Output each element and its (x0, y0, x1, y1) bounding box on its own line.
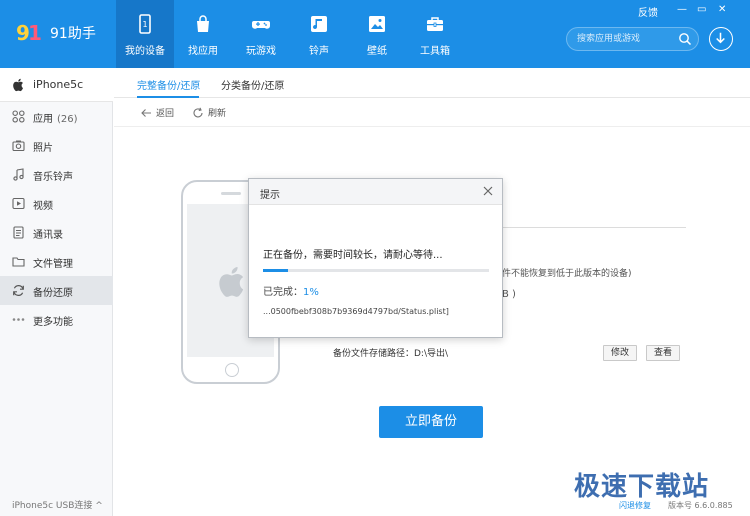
music-note-icon (13, 168, 24, 181)
logo-icon: 91 (16, 21, 42, 45)
nav-tab-label: 玩游戏 (246, 46, 276, 57)
video-icon (12, 197, 25, 210)
app-count: (26) (57, 114, 78, 125)
progress-dialog: 提示 正在备份，需要时间较长，请耐心等待... 已完成：1% ...0500fb… (248, 178, 503, 338)
search-input[interactable] (577, 32, 677, 46)
modify-path-button[interactable]: 修改 (603, 345, 638, 361)
app-name: 91助手 (50, 26, 96, 42)
view-path-button[interactable]: 查看 (646, 345, 681, 361)
nav-tab-label: 工具箱 (420, 46, 450, 57)
sidebar-item-photos[interactable]: 照片 (0, 131, 113, 160)
content-tabs: 完整备份/还原 分类备份/还原 (114, 68, 750, 98)
sidebar-item-label: 视频 (33, 201, 53, 212)
sidebar-item-label: 文件管理 (33, 259, 73, 270)
close-button[interactable]: ✕ (718, 4, 726, 15)
app-logo: 91 91助手 (16, 22, 96, 44)
sidebar-item-label: 音乐铃声 (33, 172, 73, 183)
dialog-message: 正在备份，需要时间较长，请耐心等待... (263, 250, 443, 261)
dialog-title: 提示 (260, 190, 280, 201)
nav-tab-toolbox[interactable]: 工具箱 (406, 0, 464, 68)
sidebar-item-label: 更多功能 (33, 317, 73, 328)
sidebar: iPhone5c 应用 (26) 照片 音乐铃声 视频 通讯录 文件管理 备份还原… (0, 68, 113, 516)
nav-tab-label: 铃声 (309, 46, 329, 57)
current-file: ...0500fbebf308b7b9369d4797bd/Status.pli… (263, 307, 449, 316)
progress-bar (263, 269, 489, 272)
bag-icon (197, 15, 209, 32)
refresh-icon (193, 107, 203, 117)
music-icon (311, 16, 327, 32)
watermark: 极速下载站 (574, 472, 710, 502)
device-icon: 1 (139, 14, 151, 34)
minimize-button[interactable]: — (677, 4, 687, 15)
sidebar-item-apps[interactable]: 应用 (26) (0, 102, 113, 131)
gamepad-icon (252, 21, 270, 29)
phone-home-button (225, 363, 239, 377)
active-tab-indicator (137, 96, 199, 98)
top-header: 91 91助手 1 我的设备 找应用 玩游戏 铃声 壁纸 工具箱 反馈 — ▭ … (0, 0, 750, 68)
arrow-left-icon (141, 108, 151, 117)
picture-icon (369, 16, 385, 32)
nav-tab-ringtones[interactable]: 铃声 (290, 0, 348, 68)
sidebar-item-contacts[interactable]: 通讯录 (0, 218, 113, 247)
contacts-icon (13, 226, 24, 239)
tab-full-backup[interactable]: 完整备份/还原 (137, 77, 200, 92)
restore-button[interactable]: ▭ (697, 4, 706, 15)
progress-bar-fill (263, 269, 288, 272)
back-button[interactable]: 返回 (140, 106, 174, 119)
backup-size: B ) (502, 289, 516, 300)
nav-tab-label: 我的设备 (125, 46, 165, 57)
nav-tab-my-device[interactable]: 1 我的设备 (116, 0, 174, 68)
download-button[interactable] (709, 27, 733, 51)
sidebar-item-more[interactable]: 更多功能 (0, 305, 113, 334)
nav-tab-label: 壁纸 (367, 46, 387, 57)
toolbox-icon (427, 17, 443, 31)
nav-tab-wallpaper[interactable]: 壁纸 (348, 0, 406, 68)
refresh-label: 刷新 (208, 109, 227, 119)
divider (502, 227, 686, 228)
download-icon (716, 32, 725, 44)
progress-value: 1% (303, 287, 319, 298)
device-header[interactable]: iPhone5c (0, 68, 113, 102)
camera-icon (12, 140, 25, 152)
nav-tab-find-apps[interactable]: 找应用 (174, 0, 232, 68)
search-icon[interactable] (678, 32, 692, 46)
sidebar-item-label: 应用 (33, 114, 53, 125)
tab-category-backup[interactable]: 分类备份/还原 (221, 77, 284, 92)
search-box (566, 27, 699, 51)
backup-path: 备份文件存储路径：D:\导出\ (333, 349, 449, 359)
sidebar-item-label: 备份还原 (33, 288, 73, 299)
phone-speaker (221, 192, 241, 195)
close-icon[interactable] (482, 185, 494, 197)
back-label: 返回 (156, 109, 175, 119)
apps-icon (12, 110, 25, 123)
sidebar-item-label: 通讯录 (33, 230, 63, 241)
sidebar-item-video[interactable]: 视频 (0, 189, 113, 218)
toolbar: 返回 刷新 (114, 99, 750, 127)
refresh-icon (13, 285, 24, 296)
apple-icon (13, 78, 23, 92)
sidebar-item-music[interactable]: 音乐铃声 (0, 160, 113, 189)
feedback-link[interactable]: 反馈 (638, 4, 658, 19)
connection-status[interactable]: iPhone5c USB连接 ^ (12, 498, 103, 511)
progress-label: 已完成： (263, 287, 303, 298)
sidebar-item-backup[interactable]: 备份还原 (0, 276, 113, 305)
nav-tab-games[interactable]: 玩游戏 (232, 0, 290, 68)
nav-tab-label: 找应用 (188, 46, 218, 57)
folder-icon (12, 257, 25, 267)
apple-logo-icon (219, 266, 244, 297)
refresh-button[interactable]: 刷新 (192, 106, 226, 119)
version-note: 件不能恢复到低于此版本的设备) (502, 269, 632, 279)
backup-now-button[interactable]: 立即备份 (379, 406, 483, 438)
svg-text:1: 1 (142, 20, 147, 29)
dialog-header: 提示 (249, 179, 502, 205)
device-name: iPhone5c (33, 78, 84, 91)
sidebar-item-files[interactable]: 文件管理 (0, 247, 113, 276)
sidebar-item-label: 照片 (33, 143, 53, 154)
more-icon (12, 318, 25, 321)
